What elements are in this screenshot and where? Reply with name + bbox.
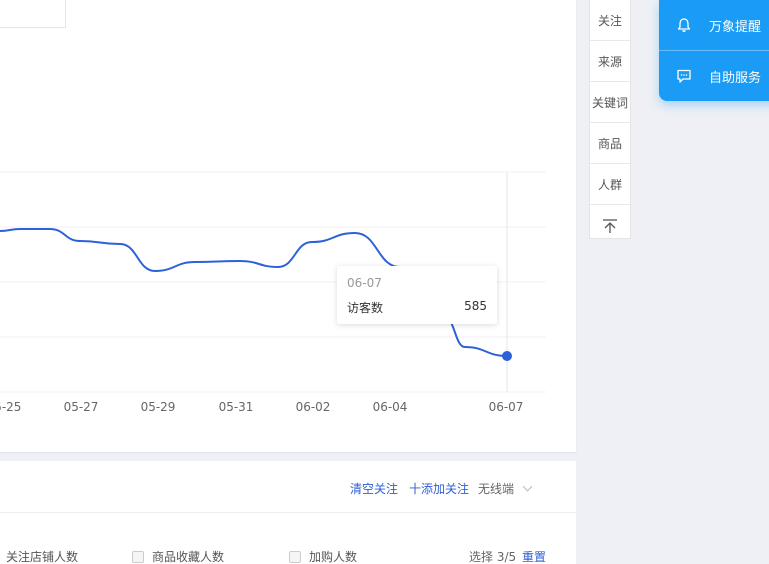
x-tick-label: 06-02: [296, 400, 331, 414]
nav-item-follow[interactable]: 关注: [590, 0, 630, 41]
trend-chart-card: 05-25 05-27 05-29 05-31 06-02 06-04 06-07 06-0…: [0, 0, 576, 452]
back-to-top-icon: [603, 218, 617, 233]
nav-item-source[interactable]: 来源: [590, 41, 630, 82]
bell-icon: [677, 18, 691, 32]
checkbox-label: 关注店铺人数: [6, 550, 79, 564]
checkbox-label: 商品收藏人数: [152, 550, 225, 564]
checkbox-add-cart[interactable]: 加购人数: [289, 548, 357, 564]
x-tick-label: 06-04: [373, 400, 408, 414]
back-to-top-button[interactable]: [590, 205, 630, 246]
tooltip-date: 06-07: [347, 276, 382, 290]
checkbox-collect-item[interactable]: 商品收藏人数: [132, 548, 224, 564]
self-service-button[interactable]: 自助服务: [659, 51, 769, 101]
clear-follow-link[interactable]: 清空关注: [350, 480, 398, 497]
x-tick-label: 05-31: [219, 400, 254, 414]
chart-tooltip: 06-07 访客数 585: [337, 266, 497, 324]
nav-item-crowd[interactable]: 人群: [590, 164, 630, 205]
checkbox-follow-shop[interactable]: 关注店铺人数: [0, 548, 78, 564]
chevron-down-icon[interactable]: [522, 481, 533, 492]
tooltip-metric-value: 585: [464, 299, 487, 313]
reset-link[interactable]: 重置: [522, 548, 546, 564]
reminder-button[interactable]: 万象提醒: [659, 0, 769, 50]
divider: [0, 512, 576, 513]
device-select[interactable]: 无线端: [478, 480, 514, 497]
nav-item-product[interactable]: 商品: [590, 123, 630, 164]
active-data-point[interactable]: [502, 351, 512, 361]
tooltip-metric-label: 访客数: [347, 301, 384, 315]
side-anchor-nav: 关注 来源 关键词 商品 人群: [589, 0, 631, 239]
checkbox-icon[interactable]: [289, 550, 301, 563]
self-service-label: 自助服务: [709, 70, 762, 86]
metric-select-card: 清空关注 十添加关注 无线端 关注店铺人数 商品收藏人数 加购人数 选择 3/5…: [0, 461, 576, 564]
x-tick-label: 06-07: [489, 400, 524, 414]
checkbox-label: 加购人数: [309, 550, 358, 564]
select-count: 选择 3/5: [469, 550, 517, 564]
checkbox-icon[interactable]: [132, 550, 144, 563]
x-tick-label: 05-29: [141, 400, 176, 414]
float-service-panel: 万象提醒 自助服务: [659, 0, 769, 101]
reminder-label: 万象提醒: [709, 19, 762, 35]
nav-item-keyword[interactable]: 关键词: [590, 82, 630, 123]
add-follow-link[interactable]: 十添加关注: [409, 480, 469, 497]
chat-icon: [677, 69, 691, 83]
x-tick-label: 05-27: [64, 400, 99, 414]
trend-chart: 05-25 05-27 05-29 05-31 06-02 06-04 06-07: [0, 171, 546, 414]
x-tick-label: 05-25: [0, 400, 21, 414]
